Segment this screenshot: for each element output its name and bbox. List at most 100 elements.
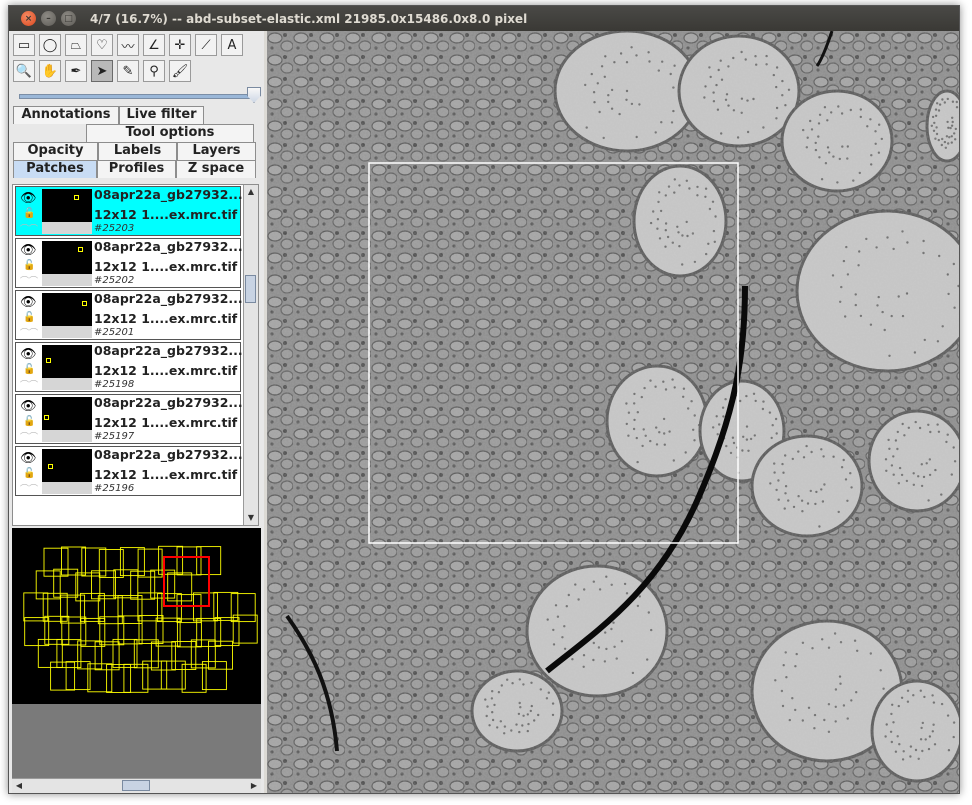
link-icon[interactable]: ⌒⌒	[20, 222, 38, 235]
link-icon[interactable]: ⌒⌒	[20, 326, 38, 339]
scroll-up-icon[interactable]: ▲	[244, 185, 258, 199]
scroll-h-thumb[interactable]	[122, 780, 150, 791]
title-bar[interactable]: × – □ 4/7 (16.7%) -- abd-subset-elastic.…	[9, 6, 959, 31]
dropper-tool-icon[interactable]: ✒	[65, 60, 87, 82]
minimap[interactable]	[12, 528, 261, 704]
patch-file: 12x12 1....ex.mrc.tif	[94, 363, 238, 378]
tab-row-2: Tool options	[86, 124, 254, 142]
minimap-grid	[23, 545, 258, 693]
link-icon[interactable]: ⌒⌒	[20, 482, 38, 495]
patch-outline	[46, 358, 51, 363]
minimap-tile	[75, 572, 101, 602]
tab-labels[interactable]: Labels	[98, 142, 177, 160]
tab-annotations[interactable]: Annotations	[13, 106, 119, 124]
minimap-tile	[117, 595, 143, 624]
scroll-left-icon[interactable]: ◀	[12, 779, 26, 793]
link-icon[interactable]: ⌒⌒	[20, 378, 38, 391]
point-tool-icon[interactable]: ✛	[169, 34, 191, 56]
minimize-icon[interactable]: –	[41, 11, 56, 26]
lock-icon[interactable]: 🔓	[23, 260, 35, 271]
patch-name: 08apr22a_gb27932...	[94, 343, 243, 358]
tab-z-space[interactable]: Z space	[176, 160, 256, 178]
minimap-viewport	[163, 556, 210, 607]
tab-opacity[interactable]: Opacity	[13, 142, 98, 160]
tab-layers[interactable]: Layers	[177, 142, 256, 160]
tab-tool-options[interactable]: Tool options	[86, 124, 254, 142]
patch-thumbnail	[42, 397, 92, 430]
rectangle-tool-icon[interactable]: ▭	[13, 34, 35, 56]
minimap-tile	[98, 549, 124, 578]
image-canvas[interactable]	[267, 31, 959, 793]
brush-tool-icon[interactable]: 🖌	[169, 60, 191, 82]
link-icon[interactable]: ⌒⌒	[20, 274, 38, 287]
tab-profiles[interactable]: Profiles	[97, 160, 176, 178]
eye-icon[interactable]: 👁	[20, 399, 37, 414]
patch-row[interactable]: 👁 🔓 ⌒⌒ 08apr22a_gb27932... 12x12 1....ex.mrc…	[15, 446, 243, 496]
minimap-tile	[138, 615, 164, 644]
patch-row[interactable]: 👁 🔓 ⌒⌒ 08apr22a_gb27932... 12x12 1....ex.mrc…	[15, 290, 243, 340]
pencil-tool-icon[interactable]: ✎	[117, 60, 139, 82]
freehand-tool-icon[interactable]: ♡	[91, 34, 113, 56]
lock-icon[interactable]: 🔓	[23, 468, 35, 479]
patch-id: #25198	[94, 379, 135, 390]
minimap-tile	[106, 664, 132, 693]
patch-id: #25203	[94, 223, 135, 234]
lock-icon[interactable]: 🔓	[23, 312, 35, 323]
tab-live-filter[interactable]: Live filter	[119, 106, 204, 124]
patch-row[interactable]: 👁 🔓 ⌒⌒ 08apr22a_gb27932... 12x12 1....ex.mrc…	[15, 238, 243, 288]
patch-name: 08apr22a_gb27932...	[94, 291, 243, 306]
polyline-tool-icon[interactable]: 〰	[117, 34, 139, 56]
hand-tool-icon[interactable]: ✋	[39, 60, 61, 82]
patch-outline	[82, 301, 87, 306]
patch-outline	[78, 247, 83, 252]
lock-icon[interactable]: 🔓	[23, 364, 35, 375]
patch-row[interactable]: 👁 🔓 ⌒⌒ 08apr22a_gb27932... 12x12 1....ex.mrc…	[15, 394, 243, 444]
patch-row[interactable]: 👁 🔓 ⌒⌒ 08apr22a_gb27932... 12x12 1....ex.mrc…	[15, 342, 243, 392]
patch-thumbnail-footer	[42, 430, 92, 442]
zoom-slider-track[interactable]	[19, 94, 257, 99]
scroll-down-icon[interactable]: ▼	[244, 511, 258, 525]
select-tool-icon[interactable]: ➤	[91, 60, 113, 82]
eye-icon[interactable]: 👁	[20, 243, 37, 258]
tab-patches[interactable]: Patches	[13, 160, 97, 178]
patch-file: 12x12 1....ex.mrc.tif	[94, 415, 238, 430]
lock-icon[interactable]: 🔓	[23, 416, 35, 427]
patch-thumbnail-footer	[42, 482, 92, 494]
angle-tool-icon[interactable]: ∠	[143, 34, 165, 56]
eye-icon[interactable]: 👁	[20, 295, 37, 310]
minimap-tile	[87, 663, 113, 693]
minimap-tile	[113, 569, 139, 599]
polygon-tool-icon[interactable]: ⏢	[65, 34, 87, 56]
patch-file: 12x12 1....ex.mrc.tif	[94, 311, 238, 326]
minimap-horizontal-scrollbar[interactable]: ◀ ▶	[12, 778, 261, 793]
lock-icon[interactable]: 🔓	[23, 208, 35, 219]
text-tool-icon[interactable]: A	[221, 34, 243, 56]
zoom-tool-icon[interactable]: 🔍	[13, 60, 35, 82]
pen-tool-icon[interactable]: ⚲	[143, 60, 165, 82]
patch-list[interactable]: 👁 🔓 ⌒⌒ 08apr22a_gb27932... 12x12 1....ex.mrc…	[12, 184, 259, 526]
eye-icon[interactable]: 👁	[20, 347, 37, 362]
eye-icon[interactable]: 👁	[20, 451, 37, 466]
minimap-tile	[190, 639, 216, 669]
patch-name: 08apr22a_gb27932...	[94, 395, 243, 410]
maximize-icon[interactable]: □	[61, 11, 76, 26]
patch-id: #25202	[94, 275, 135, 286]
patch-thumbnail-footer	[42, 378, 92, 390]
image-noise	[267, 31, 959, 793]
patch-file: 12x12 1....ex.mrc.tif	[94, 467, 238, 482]
ellipse-tool-icon[interactable]: ◯	[39, 34, 61, 56]
scroll-right-icon[interactable]: ▶	[247, 779, 261, 793]
patch-row[interactable]: 👁 🔓 ⌒⌒ 08apr22a_gb27932... 12x12 1....ex.mrc…	[15, 186, 243, 236]
tab-row-4: Patches Profiles Z space	[13, 160, 256, 178]
scroll-thumb[interactable]	[245, 275, 256, 303]
wand-tool-icon[interactable]: ⟋	[195, 34, 217, 56]
patch-name: 08apr22a_gb27932...	[94, 239, 243, 254]
patch-outline	[44, 415, 49, 420]
patch-list-scrollbar[interactable]: ▲ ▼	[243, 185, 258, 525]
patch-name: 08apr22a_gb27932...	[94, 447, 243, 462]
eye-icon[interactable]: 👁	[20, 191, 37, 206]
zoom-slider-thumb[interactable]	[247, 87, 261, 103]
link-icon[interactable]: ⌒⌒	[20, 430, 38, 443]
close-icon[interactable]: ×	[21, 11, 36, 26]
left-panel: ▭ ◯ ⏢ ♡ 〰 ∠ ✛ ⟋ A 🔍 ✋ ✒ ➤ ✎ ⚲ 🖌 Annotations Live filter…	[9, 31, 264, 793]
